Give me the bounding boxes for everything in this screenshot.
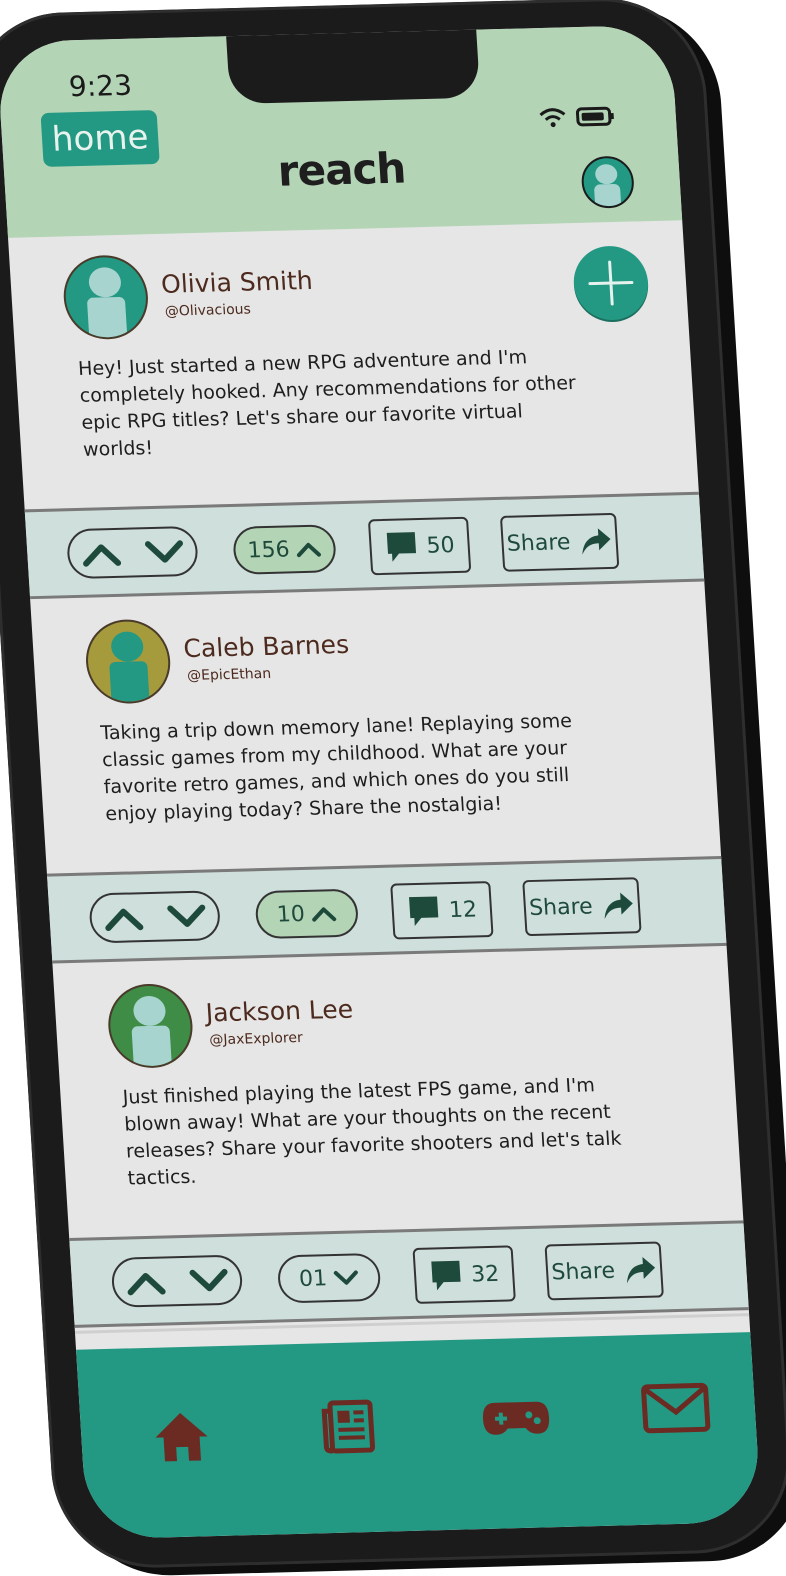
post-author-name[interactable]: Olivia Smith xyxy=(160,266,313,299)
share-button[interactable]: Share xyxy=(522,877,642,937)
post-text: Hey! Just started a new RPG adventure an… xyxy=(77,346,577,461)
app-header: 9:23 home reach xyxy=(0,24,683,238)
avatar-body xyxy=(593,183,622,207)
chevron-down-icon xyxy=(333,1270,358,1285)
downvote-icon[interactable] xyxy=(165,902,207,931)
upvote-icon[interactable] xyxy=(80,539,122,568)
comment-count: 50 xyxy=(425,532,456,559)
vote-score-value: 156 xyxy=(246,536,291,563)
comment-icon xyxy=(431,1260,461,1291)
status-time: 9:23 xyxy=(67,68,133,104)
avatar[interactable] xyxy=(83,618,173,705)
wifi-icon xyxy=(539,108,566,128)
phone-frame: 9:23 home reach Olivia Smith @Olivacious… xyxy=(0,0,786,1571)
share-arrow-icon xyxy=(604,892,633,920)
upvote-icon[interactable] xyxy=(125,1267,167,1296)
post-action-bar: 156 50 Share xyxy=(24,491,705,600)
mail-icon[interactable] xyxy=(639,1377,713,1439)
avatar-head xyxy=(132,995,167,1027)
share-button[interactable]: Share xyxy=(544,1241,664,1301)
post-author-name[interactable]: Caleb Barnes xyxy=(183,630,350,663)
post-body: Caleb Barnes @EpicEthan Taking a trip do… xyxy=(30,585,721,874)
battery-icon xyxy=(575,106,614,127)
post-author-handle[interactable]: @Olivacious xyxy=(164,301,251,319)
share-label: Share xyxy=(506,529,572,557)
avatar-head xyxy=(88,266,122,298)
post-action-bar: 01 32 Share xyxy=(69,1220,749,1328)
bottom-nav xyxy=(76,1332,762,1540)
post-action-bar: 10 12 Share xyxy=(46,856,727,964)
vote-score: 01 xyxy=(276,1252,382,1304)
downvote-icon[interactable] xyxy=(143,537,185,566)
gamepad-icon[interactable] xyxy=(479,1387,553,1449)
post-text: Taking a trip down memory lane! Replayin… xyxy=(99,709,573,826)
avatar[interactable] xyxy=(105,982,195,1069)
chevron-up-icon xyxy=(296,542,321,558)
plus-icon xyxy=(588,260,634,306)
upvote-icon[interactable] xyxy=(102,903,144,932)
avatar-head xyxy=(110,631,145,663)
post-author-name[interactable]: Jackson Lee xyxy=(205,995,354,1028)
share-arrow-icon xyxy=(582,528,611,555)
vote-buttons xyxy=(88,890,222,944)
avatar-head xyxy=(594,163,618,185)
avatar-body xyxy=(131,1025,172,1069)
comments-button[interactable]: 12 xyxy=(390,881,494,940)
comment-icon xyxy=(386,532,417,562)
chevron-up-icon xyxy=(312,907,337,922)
avatar-body xyxy=(86,296,128,340)
new-post-button[interactable] xyxy=(571,245,651,321)
share-label: Share xyxy=(550,1258,616,1285)
vote-score: 10 xyxy=(254,888,360,940)
status-icons xyxy=(537,104,616,130)
post-text: Just finished playing the latest FPS gam… xyxy=(122,1074,623,1190)
share-button[interactable]: Share xyxy=(499,512,620,572)
comment-icon xyxy=(409,896,439,927)
avatar-body xyxy=(109,661,150,705)
vote-buttons xyxy=(110,1254,244,1308)
share-label: Share xyxy=(528,893,594,921)
screen: 9:23 home reach Olivia Smith @Olivacious… xyxy=(0,24,762,1540)
downvote-icon[interactable] xyxy=(188,1266,230,1295)
comments-button[interactable]: 32 xyxy=(412,1245,516,1304)
comment-count: 12 xyxy=(448,896,478,923)
home-icon[interactable] xyxy=(150,1406,214,1467)
vote-score: 156 xyxy=(232,524,338,575)
avatar[interactable] xyxy=(61,254,151,341)
vote-score-value: 10 xyxy=(276,901,306,928)
camera-notch xyxy=(225,25,481,105)
comment-count: 32 xyxy=(470,1261,500,1287)
news-icon[interactable] xyxy=(319,1396,383,1457)
post-card: Jackson Lee @JaxExplorer Just finished p… xyxy=(53,949,749,1331)
post-body: Jackson Lee @JaxExplorer Just finished p… xyxy=(53,949,744,1238)
vote-buttons xyxy=(65,525,200,580)
share-arrow-icon xyxy=(626,1256,655,1284)
post-feed: Olivia Smith @Olivacious Hey! Just start… xyxy=(8,220,757,1454)
post-card: Caleb Barnes @EpicEthan Taking a trip do… xyxy=(30,585,727,967)
post-author-handle[interactable]: @JaxExplorer xyxy=(209,1030,303,1048)
comments-button[interactable]: 50 xyxy=(367,516,472,576)
vote-score-value: 01 xyxy=(298,1265,328,1292)
post-author-handle[interactable]: @EpicEthan xyxy=(187,666,272,684)
